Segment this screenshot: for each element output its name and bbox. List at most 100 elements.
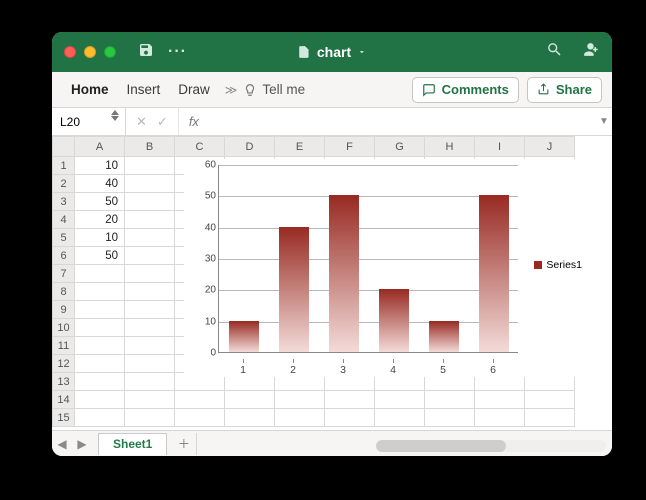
cell[interactable] xyxy=(425,391,475,409)
cell[interactable] xyxy=(125,337,175,355)
cell[interactable] xyxy=(325,391,375,409)
cell[interactable] xyxy=(125,301,175,319)
document-title[interactable]: chart xyxy=(297,44,367,60)
cell[interactable] xyxy=(75,409,125,427)
close-window-button[interactable] xyxy=(64,46,76,58)
cell[interactable] xyxy=(75,301,125,319)
cell[interactable] xyxy=(225,409,275,427)
cell[interactable]: 10 xyxy=(75,157,125,175)
search-icon[interactable] xyxy=(546,41,563,63)
namebox-down-icon[interactable] xyxy=(111,116,119,121)
cell[interactable] xyxy=(125,175,175,193)
row-header[interactable]: 1 xyxy=(53,157,75,175)
cell[interactable] xyxy=(375,409,425,427)
col-header[interactable]: D xyxy=(225,137,275,157)
chart-bar[interactable] xyxy=(429,321,459,352)
cell[interactable] xyxy=(75,355,125,373)
ribbon-overflow-icon[interactable]: ≫ xyxy=(219,83,244,97)
col-header[interactable]: J xyxy=(525,137,575,157)
cell[interactable] xyxy=(125,283,175,301)
cell[interactable] xyxy=(175,391,225,409)
row-header[interactable]: 3 xyxy=(53,193,75,211)
fullscreen-window-button[interactable] xyxy=(104,46,116,58)
cancel-formula-icon[interactable]: ✕ xyxy=(136,114,147,130)
cell[interactable]: 10 xyxy=(75,229,125,247)
col-header[interactable]: C xyxy=(175,137,225,157)
cell[interactable] xyxy=(75,319,125,337)
share-presence-icon[interactable] xyxy=(581,40,600,64)
col-header[interactable]: F xyxy=(325,137,375,157)
formula-expand-icon[interactable]: ▼ xyxy=(596,116,612,127)
cell[interactable] xyxy=(525,391,575,409)
cell[interactable] xyxy=(425,409,475,427)
chart-bar[interactable] xyxy=(279,227,309,352)
cell[interactable] xyxy=(125,355,175,373)
save-icon[interactable] xyxy=(138,42,154,63)
row-header[interactable]: 4 xyxy=(53,211,75,229)
cell[interactable]: 50 xyxy=(75,193,125,211)
col-header[interactable]: G xyxy=(375,137,425,157)
row-header[interactable]: 2 xyxy=(53,175,75,193)
col-header[interactable]: I xyxy=(475,137,525,157)
tell-me-search[interactable]: Tell me xyxy=(243,82,305,97)
cell[interactable] xyxy=(525,409,575,427)
chart-bar[interactable] xyxy=(329,195,359,352)
sheet-nav-prev-icon[interactable]: ◀ xyxy=(52,437,72,451)
row-header[interactable]: 9 xyxy=(53,301,75,319)
cell[interactable] xyxy=(475,409,525,427)
cell[interactable] xyxy=(275,409,325,427)
cell[interactable] xyxy=(125,247,175,265)
fx-label[interactable]: fx xyxy=(179,114,199,129)
worksheet-grid[interactable]: ABCDEFGHIJ110240350420510650789101112131… xyxy=(52,136,612,430)
cell[interactable] xyxy=(125,193,175,211)
tab-home[interactable]: Home xyxy=(62,72,118,107)
row-header[interactable]: 5 xyxy=(53,229,75,247)
sheet-nav-next-icon[interactable]: ▶ xyxy=(72,437,92,451)
more-icon[interactable]: ··· xyxy=(168,43,187,61)
cell[interactable] xyxy=(75,283,125,301)
comments-button[interactable]: Comments xyxy=(412,77,519,103)
row-header[interactable]: 6 xyxy=(53,247,75,265)
formula-input[interactable] xyxy=(199,108,596,135)
cell[interactable] xyxy=(175,409,225,427)
cell[interactable] xyxy=(325,409,375,427)
cell[interactable]: 50 xyxy=(75,247,125,265)
col-header[interactable]: B xyxy=(125,137,175,157)
cell[interactable] xyxy=(225,391,275,409)
row-header[interactable]: 13 xyxy=(53,373,75,391)
cell[interactable] xyxy=(125,229,175,247)
cell[interactable] xyxy=(125,211,175,229)
row-header[interactable]: 7 xyxy=(53,265,75,283)
cell[interactable] xyxy=(125,157,175,175)
chart-bar[interactable] xyxy=(379,289,409,352)
cell[interactable] xyxy=(475,391,525,409)
cell[interactable] xyxy=(125,319,175,337)
cell[interactable] xyxy=(275,391,325,409)
cell[interactable] xyxy=(125,409,175,427)
sheet-tab-active[interactable]: Sheet1 xyxy=(98,433,167,455)
col-header[interactable]: H xyxy=(425,137,475,157)
cell[interactable]: 40 xyxy=(75,175,125,193)
chart-bar[interactable] xyxy=(229,321,259,352)
cell[interactable] xyxy=(125,391,175,409)
cell[interactable] xyxy=(75,391,125,409)
row-header[interactable]: 11 xyxy=(53,337,75,355)
cell[interactable] xyxy=(125,373,175,391)
share-button[interactable]: Share xyxy=(527,77,602,103)
row-header[interactable]: 12 xyxy=(53,355,75,373)
cell[interactable] xyxy=(75,373,125,391)
tab-insert[interactable]: Insert xyxy=(118,72,170,107)
row-header[interactable]: 10 xyxy=(53,319,75,337)
scrollbar-thumb[interactable] xyxy=(376,440,506,452)
cell[interactable]: 20 xyxy=(75,211,125,229)
cell[interactable] xyxy=(75,337,125,355)
row-header[interactable]: 8 xyxy=(53,283,75,301)
col-header[interactable]: E xyxy=(275,137,325,157)
row-header[interactable]: 15 xyxy=(53,409,75,427)
embedded-chart[interactable]: 0102030405060 123456 Series1 xyxy=(184,159,586,377)
confirm-formula-icon[interactable]: ✓ xyxy=(157,114,168,130)
tab-draw[interactable]: Draw xyxy=(169,72,219,107)
chart-bar[interactable] xyxy=(479,195,509,352)
horizontal-scrollbar[interactable] xyxy=(376,440,606,452)
minimize-window-button[interactable] xyxy=(84,46,96,58)
